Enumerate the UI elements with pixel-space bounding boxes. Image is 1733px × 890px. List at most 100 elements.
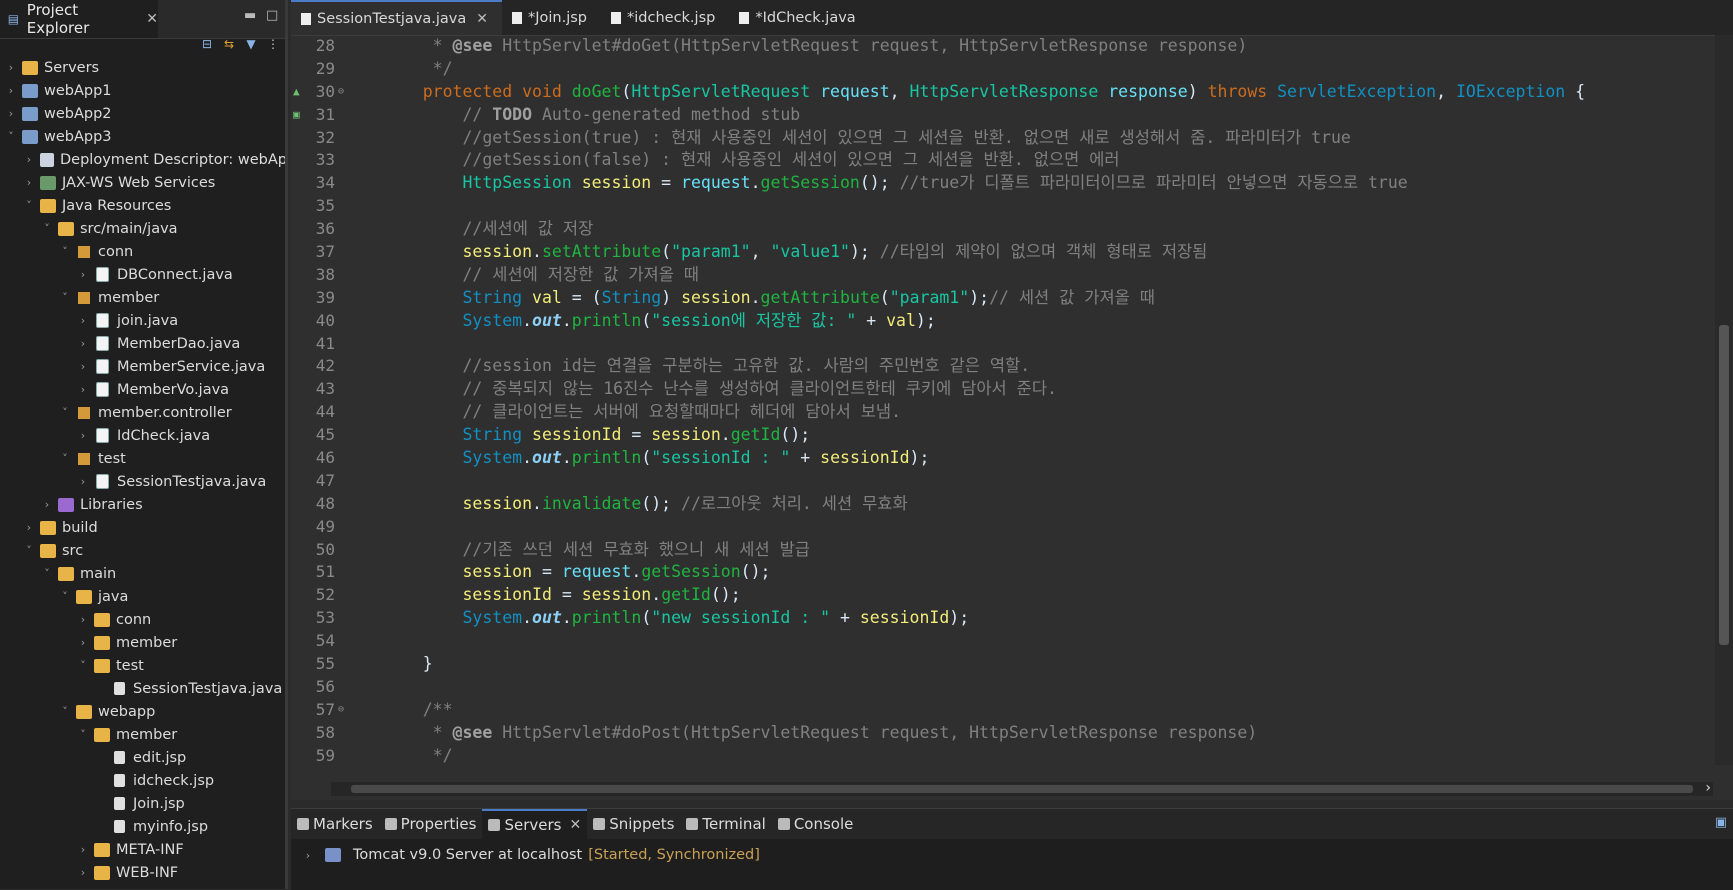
scroll-right-icon[interactable]: › — [1705, 780, 1711, 796]
tree-item[interactable]: › Deployment Descriptor: webApp3 — [0, 148, 285, 171]
tree-item[interactable]: › Libraries — [0, 493, 285, 516]
tree-item[interactable]: › member — [0, 631, 285, 654]
close-icon[interactable]: ✕ — [476, 11, 488, 27]
editor-tab[interactable]: *IdCheck.java — [729, 0, 869, 35]
tree-item[interactable]: › conn — [0, 608, 285, 631]
tree-item[interactable]: Join.jsp — [0, 792, 285, 815]
tree-item[interactable]: › IdCheck.java — [0, 424, 285, 447]
chevron-right-icon[interactable]: › — [40, 498, 54, 511]
tree-item[interactable]: ˅ Java Resources — [0, 194, 285, 217]
tree-item[interactable]: ˅ member.controller — [0, 401, 285, 424]
tree-item[interactable]: › SessionTestjava.java — [0, 470, 285, 493]
bottom-tab[interactable]: Servers ✕ — [482, 809, 588, 839]
chevron-down-icon[interactable]: ˅ — [22, 199, 36, 212]
tree-item[interactable]: ˅ test — [0, 654, 285, 677]
minimize-icon[interactable]: ▬ — [244, 8, 256, 23]
chevron-right-icon[interactable]: › — [22, 176, 36, 189]
chevron-down-icon[interactable]: ˅ — [58, 452, 72, 465]
chevron-down-icon[interactable]: ˅ — [40, 567, 54, 580]
vertical-scrollbar[interactable] — [1715, 35, 1733, 765]
chevron-right-icon[interactable]: › — [76, 268, 90, 281]
chevron-down-icon[interactable]: ˅ — [58, 291, 72, 304]
link-with-editor-icon[interactable]: ⇆ — [221, 36, 237, 52]
collapse-all-icon[interactable]: ⊟ — [199, 36, 215, 52]
editor-tab[interactable]: *Join.jsp — [502, 0, 601, 35]
chevron-right-icon[interactable]: › — [22, 521, 36, 534]
chevron-down-icon[interactable]: ˅ — [4, 130, 18, 143]
chevron-right-icon[interactable]: › — [76, 360, 90, 373]
tree-item[interactable]: edit.jsp — [0, 746, 285, 769]
hscroll-thumb[interactable] — [351, 785, 1693, 793]
tree-item[interactable]: › MemberService.java — [0, 355, 285, 378]
tree-item[interactable]: › WEB-INF — [0, 861, 285, 884]
chevron-down-icon[interactable]: ˅ — [58, 590, 72, 603]
tree-item[interactable]: ˅ src/main/java — [0, 217, 285, 240]
tree-item[interactable]: › Servers — [0, 56, 285, 79]
chevron-down-icon[interactable]: ˅ — [58, 705, 72, 718]
chevron-right-icon[interactable]: › — [76, 843, 90, 856]
tab-project-explorer[interactable]: ▤ Project Explorer ✕ — [0, 0, 158, 38]
close-icon[interactable]: ✕ — [570, 817, 582, 833]
code-area[interactable]: 28 * @see HttpServlet#doGet(HttpServletR… — [291, 35, 1713, 765]
view-menu-icon[interactable]: ⋮ — [265, 36, 281, 52]
chevron-right-icon[interactable]: › — [76, 636, 90, 649]
chevron-down-icon[interactable]: ˅ — [40, 222, 54, 235]
tree-item[interactable]: › JAX-WS Web Services — [0, 171, 285, 194]
tree-item[interactable]: ˅ java — [0, 585, 285, 608]
bottom-tab[interactable]: Markers — [291, 809, 379, 839]
chevron-right-icon[interactable]: › — [4, 84, 18, 97]
view-menu-icon[interactable]: ▣ — [1715, 815, 1727, 830]
scroll-thumb[interactable] — [1719, 325, 1729, 645]
chevron-right-icon[interactable]: › — [76, 337, 90, 350]
bottom-tab[interactable]: Snippets — [587, 809, 680, 839]
tree-item[interactable]: › webApp1 — [0, 79, 285, 102]
chevron-down-icon[interactable]: ˅ — [22, 544, 36, 557]
tree-item[interactable]: idcheck.jsp — [0, 769, 285, 792]
editor-tab[interactable]: SessionTestjava.java ✕ — [291, 0, 502, 35]
bottom-tab[interactable]: Properties — [379, 809, 483, 839]
tree-item[interactable]: ˅ webApp3 — [0, 125, 285, 148]
bottom-tab[interactable]: Terminal — [680, 809, 771, 839]
chevron-right-icon[interactable]: › — [76, 383, 90, 396]
tree-item[interactable]: SessionTestjava.java — [0, 677, 285, 700]
tree-item[interactable]: ˅ member — [0, 723, 285, 746]
chevron-down-icon[interactable]: ˅ — [76, 659, 90, 672]
tree-item[interactable]: myinfo.jsp — [0, 815, 285, 838]
chevron-right-icon[interactable]: › — [76, 475, 90, 488]
filter-icon[interactable]: ▼ — [243, 36, 259, 52]
chevron-right-icon[interactable]: › — [76, 613, 90, 626]
chevron-right-icon[interactable]: › — [76, 866, 90, 879]
tree-item[interactable]: › MemberDao.java — [0, 332, 285, 355]
tree-item[interactable]: › join.java — [0, 309, 285, 332]
tree-item[interactable]: › build — [0, 516, 285, 539]
chevron-down-icon[interactable]: ˅ — [58, 406, 72, 419]
chevron-right-icon[interactable]: › — [76, 314, 90, 327]
tree-item[interactable]: › MemberVo.java — [0, 378, 285, 401]
tree-item[interactable]: ˅ main — [0, 562, 285, 585]
chevron-right-icon[interactable]: › — [76, 429, 90, 442]
fold-toggle-icon[interactable]: ⊖ — [338, 81, 344, 104]
tree-item[interactable]: ˅ test — [0, 447, 285, 470]
tree-item[interactable]: ˅ src — [0, 539, 285, 562]
server-item[interactable]: › Tomcat v9.0 Server at localhost [Start… — [301, 847, 760, 863]
chevron-right-icon[interactable]: › — [4, 107, 18, 120]
chevron-right-icon[interactable]: › — [4, 61, 18, 74]
horizontal-scrollbar[interactable] — [331, 782, 1713, 796]
tree-item[interactable]: ˅ webapp — [0, 700, 285, 723]
chevron-down-icon[interactable]: ˅ — [58, 245, 72, 258]
fold-toggle-icon[interactable]: ⊖ — [338, 699, 344, 722]
chevron-right-icon[interactable]: › — [22, 153, 36, 166]
maximize-icon[interactable]: □ — [266, 8, 278, 23]
bottom-tab[interactable]: Console — [772, 809, 860, 839]
tree-item[interactable]: › webApp2 — [0, 102, 285, 125]
tree-item[interactable]: › META-INF — [0, 838, 285, 861]
chevron-right-icon[interactable]: › — [301, 849, 315, 862]
editor-tabbar: SessionTestjava.java ✕ *Join.jsp *idcheck.j… — [291, 0, 1733, 36]
tree-item[interactable]: ˅ conn — [0, 240, 285, 263]
tree-item[interactable]: › DBConnect.java — [0, 263, 285, 286]
chevron-down-icon[interactable]: ˅ — [76, 728, 90, 741]
close-icon[interactable]: ✕ — [146, 11, 158, 27]
tree-item-label: idcheck.jsp — [133, 772, 215, 789]
tree-item[interactable]: ˅ member — [0, 286, 285, 309]
editor-tab[interactable]: *idcheck.jsp — [601, 0, 729, 35]
